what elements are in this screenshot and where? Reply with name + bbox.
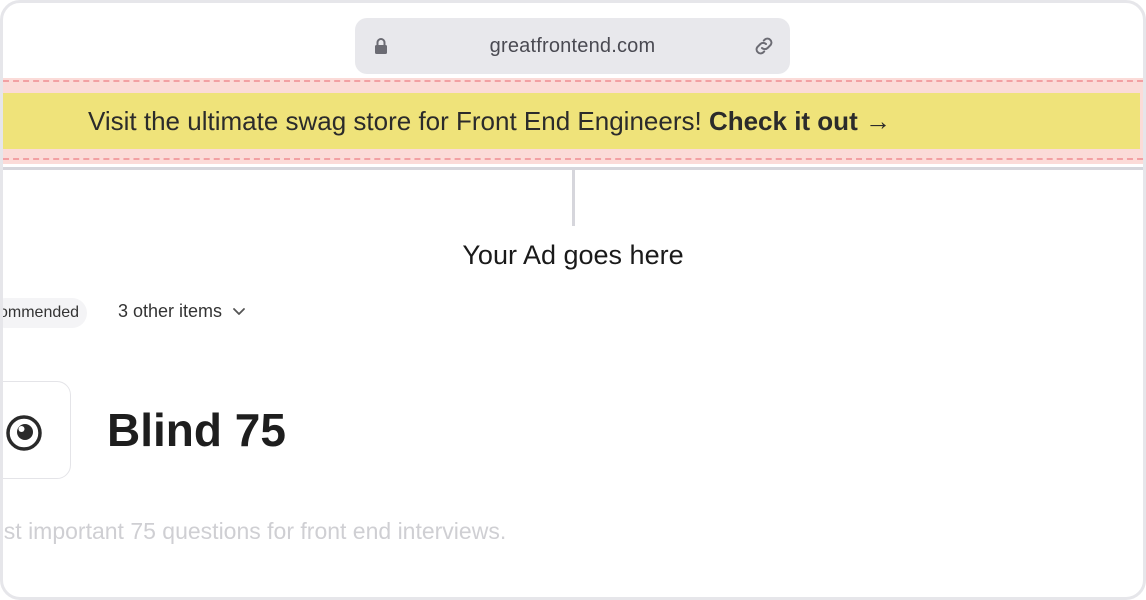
chevron-down-icon [233, 307, 245, 315]
other-items-dropdown[interactable]: 3 other items [118, 301, 246, 322]
banner-text: Visit the ultimate swag store for Front … [88, 106, 709, 136]
callout-pointer [572, 170, 575, 226]
study-plan-description: ost important 75 questions for front end… [0, 518, 507, 544]
dashed-border-top [3, 80, 1143, 82]
screenshot-frame: greatfrontend.com Visit the ultimate swa… [0, 0, 1146, 600]
promo-banner[interactable]: Visit the ultimate swag store for Front … [3, 93, 1140, 149]
other-items-label: 3 other items [118, 301, 223, 321]
study-plan-title: Blind 75 [107, 404, 286, 456]
banner-cta-link[interactable]: Check it out → [709, 106, 891, 136]
ad-slot-highlight: Visit the ultimate swag store for Front … [3, 78, 1143, 164]
address-bar[interactable]: greatfrontend.com [355, 18, 790, 74]
recommended-chip: commended [3, 298, 88, 328]
url-text: greatfrontend.com [489, 35, 656, 57]
eye-icon [6, 415, 42, 451]
study-plan-icon-card [3, 381, 71, 479]
dashed-border-bottom [3, 158, 1143, 160]
link-icon[interactable] [752, 34, 776, 58]
ad-placeholder-label: Your Ad goes here [462, 240, 684, 270]
banner-message: Visit the ultimate swag store for Front … [88, 106, 891, 137]
